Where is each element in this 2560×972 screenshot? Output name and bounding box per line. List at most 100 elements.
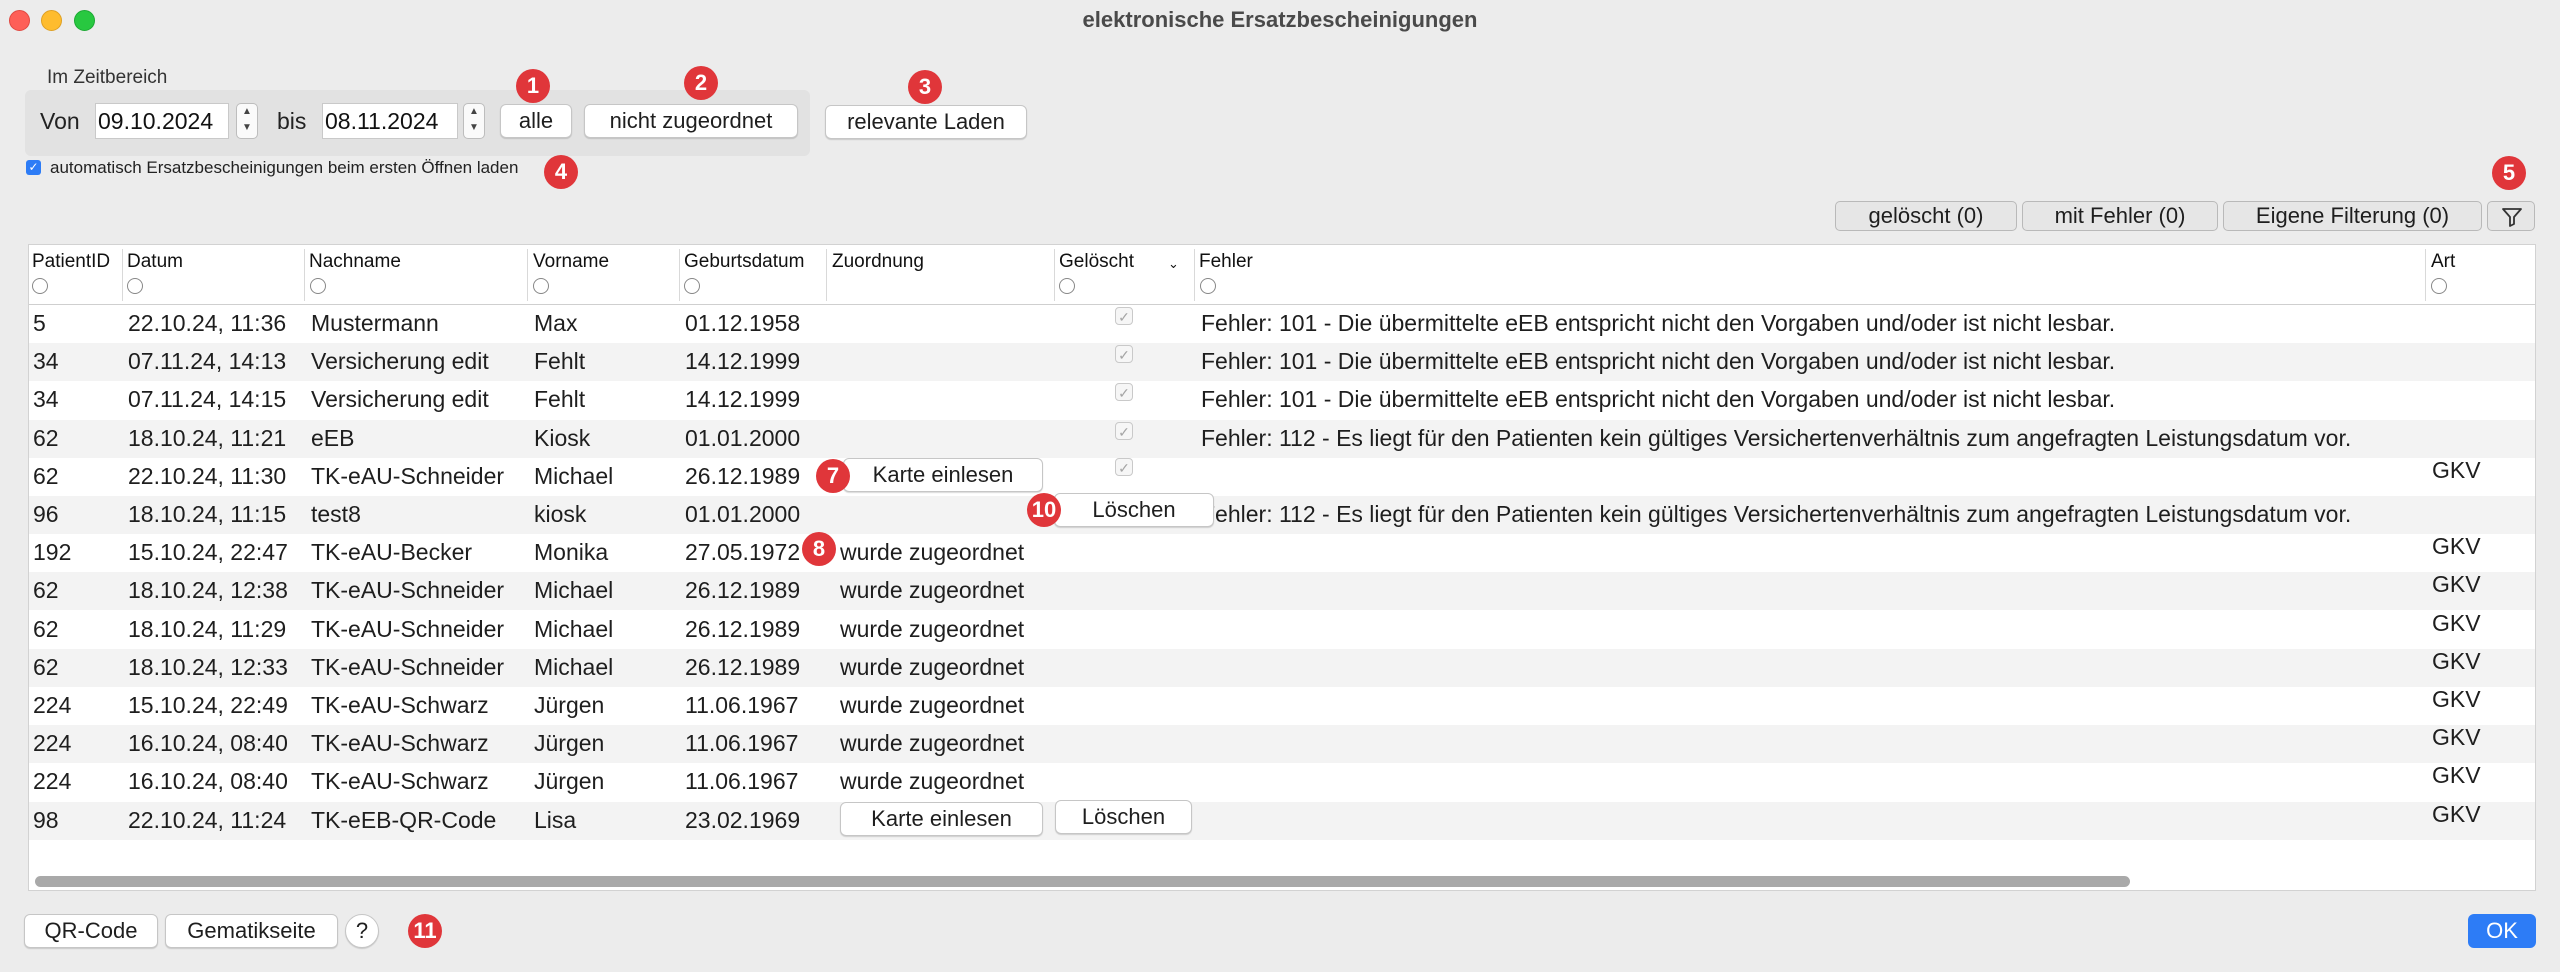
cell-fehler: Fehler: 101 - Die übermittelte eEB entsp… — [1201, 386, 2116, 413]
table-row[interactable]: 192 15.10.24, 22:47 TK-eAU-Becker Monika 27.… — [29, 533, 2535, 572]
cell-geburtsdatum: 14.12.1999 — [685, 348, 801, 375]
cell-patientid: 62 — [33, 462, 59, 489]
table-row[interactable]: 224 15.10.24, 22:49 TK-eAU-Schwarz Jürgen 11… — [29, 686, 2535, 725]
filter-mit-fehler-button[interactable]: mit Fehler (0) — [2022, 201, 2218, 231]
cell-nachname: TK-eAU-Schwarz — [311, 692, 489, 718]
cell-patientid: 224 — [33, 768, 72, 795]
callout-badge-2: 2 — [684, 66, 718, 100]
cell-datum: 22.10.24, 11:24 — [128, 806, 287, 833]
col-separator — [304, 249, 305, 301]
col-filter-radio[interactable] — [533, 278, 549, 294]
cell-vorname: Michael — [534, 653, 614, 680]
help-button[interactable]: ? — [345, 914, 379, 948]
cell-nachname: TK-eAU-Schneider — [311, 577, 505, 604]
cell-vorname: Michael — [534, 462, 614, 489]
nicht-zugeordnet-button[interactable]: nicht zugeordnet — [584, 104, 798, 138]
table-row[interactable]: 5 22.10.24, 11:36 Mustermann Max 01.12.1958 F… — [29, 305, 2535, 343]
range-group-label: Im Zeitbereich — [47, 67, 168, 88]
callout-badge-10: 10 — [1027, 493, 1061, 527]
col-header-vorname[interactable]: Vorname — [533, 251, 609, 273]
relevante-laden-button[interactable]: relevante Laden — [825, 105, 1027, 139]
cell-art: GKV — [2432, 571, 2481, 598]
loeschen-button[interactable]: Löschen — [1054, 493, 1214, 527]
cell-art: GKV — [2432, 456, 2481, 483]
cell-patientid: 224 — [33, 692, 72, 718]
col-filter-radio[interactable] — [1200, 278, 1216, 294]
von-date-stepper[interactable]: ▲ ▼ — [236, 103, 258, 139]
table-row[interactable]: 34 07.11.24, 14:13 Versicherung edit Fehlt 1… — [29, 343, 2535, 382]
col-header-geloescht[interactable]: Gelöscht — [1059, 251, 1134, 273]
cell-vorname: Kiosk — [534, 424, 591, 451]
cell-nachname: TK-eAU-Schneider — [311, 462, 505, 489]
cell-fehler: Fehler: 112 - Es liegt für den Patienten… — [1201, 424, 2352, 451]
geloescht-checkbox: ✓ — [1115, 421, 1133, 440]
cell-fehler: Fehler: 101 - Die übermittelte eEB entsp… — [1201, 310, 2116, 336]
col-filter-radio[interactable] — [684, 278, 700, 294]
alle-button[interactable]: alle — [500, 104, 572, 138]
col-header-nachname[interactable]: Nachname — [309, 251, 401, 273]
callout-badge-1: 1 — [516, 69, 550, 103]
bis-date-stepper[interactable]: ▲ ▼ — [463, 103, 485, 139]
eeb-table[interactable]: PatientID Datum Nachname Vorname Geburts… — [28, 244, 2536, 891]
ok-button[interactable]: OK — [2468, 914, 2536, 948]
table-row[interactable]: 96 18.10.24, 11:15 test8 kiosk 01.01.2000 Feh… — [29, 496, 2535, 534]
von-date-field[interactable]: 09.10.2024 — [95, 103, 229, 139]
col-filter-radio[interactable] — [1059, 278, 1075, 294]
col-header-zuordnung[interactable]: Zuordnung — [832, 251, 924, 273]
col-header-patientid[interactable]: PatientID — [32, 251, 110, 273]
cell-nachname: Versicherung edit — [311, 348, 489, 375]
cell-zuordnung: wurde zugeordnet — [840, 577, 1025, 604]
callout-badge-7: 7 — [816, 458, 850, 493]
gematikseite-button[interactable]: Gematikseite — [165, 914, 338, 948]
cell-zuordnung: wurde zugeordnet — [840, 539, 1025, 566]
filter-geloescht-button[interactable]: gelöscht (0) — [1835, 201, 2017, 231]
col-header-art[interactable]: Art — [2431, 251, 2455, 273]
cell-patientid: 62 — [33, 615, 59, 642]
table-row[interactable]: 62 18.10.24, 12:33 TK-eAU-Schneider Michael… — [29, 648, 2535, 687]
table-row[interactable]: 62 22.10.24, 11:30 TK-eAU-Schneider Michael… — [29, 456, 2535, 496]
cell-vorname: Fehlt — [534, 386, 586, 413]
cell-datum: 07.11.24, 14:13 — [128, 348, 287, 375]
col-header-datum[interactable]: Datum — [127, 251, 183, 273]
cell-nachname: Mustermann — [311, 310, 439, 336]
table-row[interactable]: 62 18.10.24, 11:29 TK-eAU-Schneider Michael… — [29, 609, 2535, 649]
col-filter-radio[interactable] — [32, 278, 48, 294]
table-row[interactable]: 98 22.10.24, 11:24 TK-eEB-QR-Code Lisa 23.02… — [29, 801, 2535, 840]
table-row[interactable]: 34 07.11.24, 14:15 Versicherung edit Fehlt 1… — [29, 381, 2535, 419]
cell-vorname: Michael — [534, 577, 614, 604]
col-header-fehler[interactable]: Fehler — [1199, 251, 1253, 273]
bis-date-field[interactable]: 08.11.2024 — [322, 103, 458, 139]
cell-patientid: 34 — [33, 348, 59, 375]
loeschen-button[interactable]: Löschen — [1055, 799, 1192, 834]
col-header-geburtsdatum[interactable]: Geburtsdatum — [684, 251, 804, 273]
cell-art: GKV — [2432, 609, 2481, 636]
cell-datum: 07.11.24, 14:15 — [128, 386, 287, 413]
geloescht-checkbox: ✓ — [1115, 307, 1133, 325]
cell-geburtsdatum: 26.12.1989 — [685, 462, 801, 489]
qr-code-button[interactable]: QR-Code — [24, 914, 158, 948]
table-row[interactable]: 224 16.10.24, 08:40 TK-eAU-Schwarz Jürgen 11… — [29, 724, 2535, 764]
filter-eigene-filterung-button[interactable]: Eigene Filterung (0) — [2223, 201, 2482, 231]
cell-geburtsdatum: 27.05.1972 — [685, 539, 801, 566]
karte-einlesen-button[interactable]: Karte einlesen — [843, 457, 1043, 492]
auto-load-checkbox[interactable]: ✓ — [26, 160, 41, 175]
table-row[interactable]: 62 18.10.24, 11:21 eEB Kiosk 01.01.2000 Fehle… — [29, 419, 2535, 458]
col-separator — [1194, 249, 1195, 301]
col-filter-radio[interactable] — [310, 278, 326, 294]
cell-datum: 16.10.24, 08:40 — [128, 730, 288, 757]
cell-datum: 18.10.24, 12:38 — [128, 577, 288, 604]
table-row[interactable]: 62 18.10.24, 12:38 TK-eAU-Schneider Michael… — [29, 571, 2535, 611]
cell-nachname: TK-eAU-Schneider — [311, 653, 505, 680]
col-filter-radio[interactable] — [2431, 278, 2447, 294]
col-filter-radio[interactable] — [127, 278, 143, 294]
cell-nachname: TK-eEB-QR-Code — [311, 806, 497, 833]
cell-zuordnung: wurde zugeordnet — [840, 730, 1025, 757]
filter-icon-button[interactable] — [2487, 201, 2535, 231]
karte-einlesen-button[interactable]: Karte einlesen — [840, 801, 1043, 836]
window-title: elektronische Ersatzbescheinigungen — [1082, 7, 1478, 32]
sort-chevron-icon[interactable]: ⌄ — [1168, 256, 1179, 272]
table-row[interactable]: 224 16.10.24, 08:40 TK-eAU-Schwarz Jürgen 11… — [29, 762, 2535, 801]
cell-datum: 18.10.24, 12:33 — [128, 653, 288, 680]
horizontal-scrollbar-thumb[interactable] — [35, 876, 2130, 887]
cell-patientid: 5 — [33, 310, 46, 336]
